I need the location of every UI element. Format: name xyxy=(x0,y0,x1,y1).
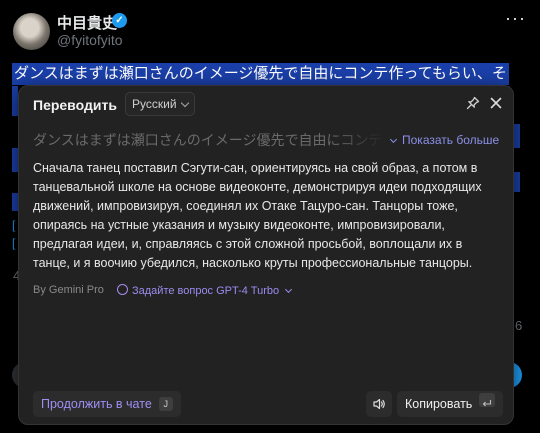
close-icon[interactable] xyxy=(489,96,503,110)
avatar[interactable] xyxy=(13,13,50,50)
copy-label: Копировать xyxy=(405,397,473,411)
chevron-down-icon xyxy=(180,98,189,108)
ask-gpt-link[interactable]: Задайте вопрос GPT-4 Turbo xyxy=(117,283,293,297)
author-handle[interactable]: @fyitofyito xyxy=(57,32,123,48)
selection-strip-right xyxy=(514,124,520,148)
translation-text: Сначала танец поставил Сэгути-сан, ориен… xyxy=(33,161,482,270)
chevron-down-icon xyxy=(389,135,398,144)
selected-tweet-text: ダンスはまずは瀬口さんのイメージ優先で自由にコンテ作ってもらい、そ xyxy=(12,63,509,85)
panel-title: Переводить xyxy=(33,97,117,113)
translate-panel: Переводить Русский ダンスはまずは瀬口さんのイメージ優先で自由… xyxy=(18,85,514,425)
author-name[interactable]: 中目貴史 xyxy=(57,12,117,33)
ai-model-icon xyxy=(117,284,128,295)
ask-gpt-label: Задайте вопрос GPT-4 Turbo xyxy=(132,285,280,297)
more-options-icon[interactable]: ··· xyxy=(505,8,526,29)
speaker-icon xyxy=(373,398,385,410)
original-text-fade xyxy=(329,128,395,150)
shortcut-key: J xyxy=(158,397,173,411)
language-select-value: Русский xyxy=(132,97,177,111)
pin-icon[interactable] xyxy=(466,96,480,110)
enter-key-icon xyxy=(479,393,496,407)
model-attribution: By Gemini Pro xyxy=(33,284,104,296)
chevron-down-icon xyxy=(285,285,293,294)
verified-badge-icon: ✓ xyxy=(112,13,127,28)
continue-in-chat-button[interactable]: Продолжить в чате J xyxy=(33,391,181,417)
continue-label: Продолжить в чате xyxy=(41,397,152,411)
show-more-label: Показать больше xyxy=(402,133,500,147)
side-fragment: 6 xyxy=(515,318,523,333)
read-aloud-button[interactable] xyxy=(366,391,392,417)
copy-button[interactable]: Копировать xyxy=(397,391,504,417)
selection-strip-right-2 xyxy=(514,172,520,192)
language-select[interactable]: Русский xyxy=(125,92,195,116)
show-more-link[interactable]: Показать больше xyxy=(389,133,500,147)
